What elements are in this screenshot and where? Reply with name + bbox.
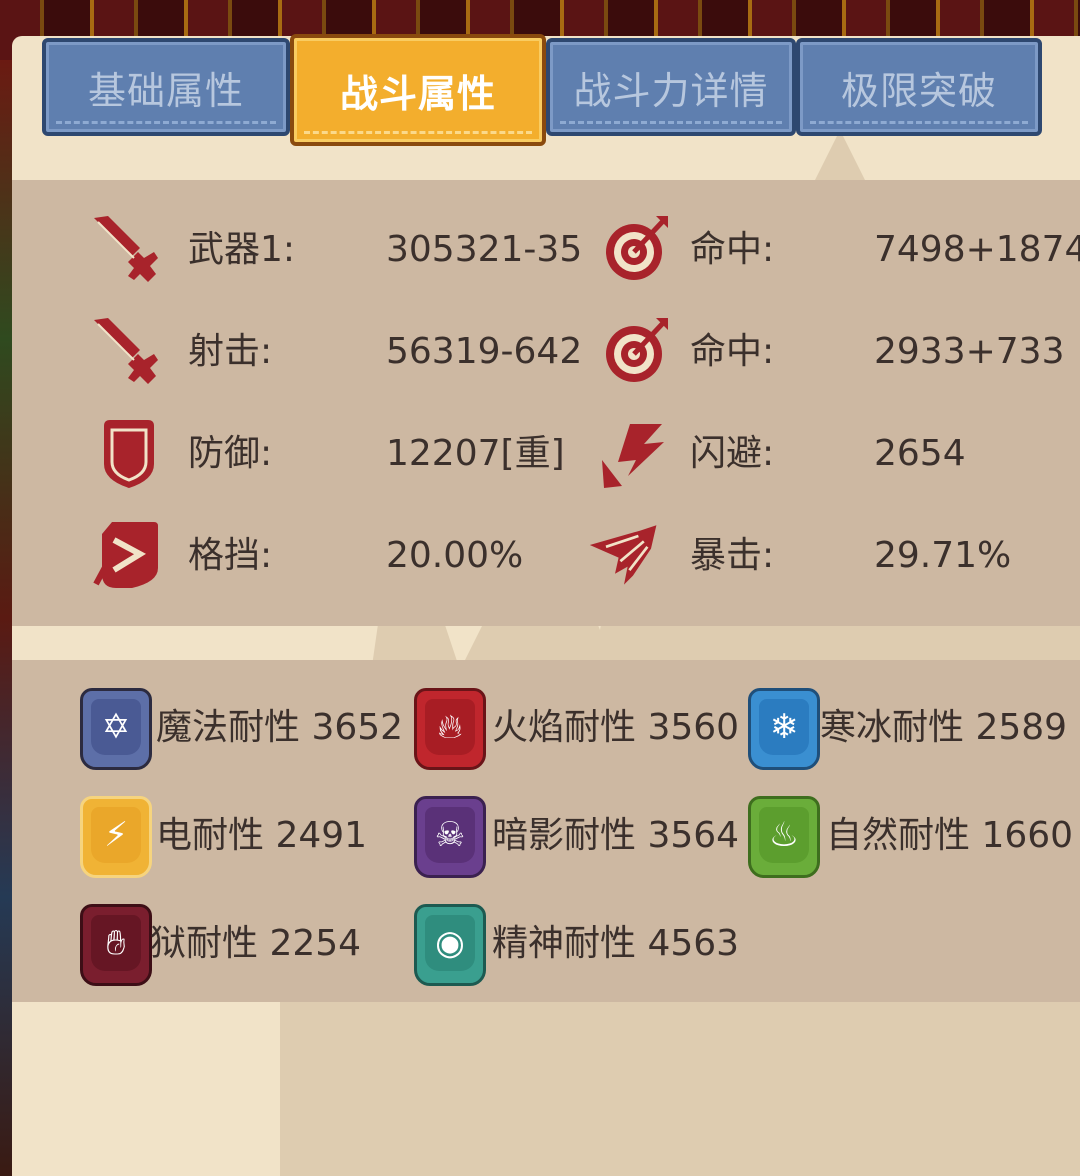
resistance-fire: 火焰耐性 3560 — [492, 707, 740, 748]
leaf-flame-icon: ♨ — [748, 796, 820, 878]
stat-label: 暴击: — [690, 535, 775, 576]
stat-value: 2933+733 — [874, 331, 1065, 372]
resistance-shadow: 暗影耐性 3564 — [492, 815, 740, 856]
resistance-magic: 魔法耐性 3652 — [156, 707, 404, 748]
resistance-badge: ⚡︎ — [80, 796, 152, 878]
resistance-badge: ♨ — [748, 796, 820, 878]
resistance-badge: ☠ — [414, 796, 486, 878]
stat-label: 闪避: — [690, 433, 775, 474]
stat-value: 56319-642 — [386, 331, 583, 372]
resistance-hell: 狱耐性 2254 — [150, 923, 362, 964]
stat-value: 12207[重] — [386, 433, 565, 474]
sword-icon — [94, 318, 158, 384]
lightning-icon: ⚡︎ — [80, 796, 152, 878]
snowflake-icon: ❄ — [748, 688, 820, 770]
stat-label: 命中: — [690, 229, 775, 270]
dodge-arrow-icon — [602, 424, 664, 488]
tab-combat-power-details[interactable]: 战斗力详情 — [546, 38, 796, 136]
resistance-badge: ❄ — [748, 688, 820, 770]
stat-value: 2654 — [874, 433, 966, 474]
crit-claw-icon — [589, 525, 657, 585]
flame-icon: 🔥︎ — [414, 688, 486, 770]
resistance-badge: 🔥︎ — [414, 688, 486, 770]
resistance-badge: ✋︎ — [80, 904, 152, 986]
target-icon — [606, 216, 668, 280]
stat-value: 305321-35 — [386, 229, 583, 270]
tab-basic-attributes[interactable]: 基础属性 — [42, 38, 290, 136]
resistance-ice: 寒冰耐性 2589 — [820, 707, 1068, 748]
resistance-nature: 自然耐性 1660 — [826, 815, 1074, 856]
resistance-badge: ◉ — [414, 904, 486, 986]
stat-label: 武器1: — [188, 229, 296, 270]
resistance-electric: 电耐性 2491 — [156, 815, 368, 856]
target-icon — [606, 318, 668, 382]
resistance-badge: ✡ — [80, 688, 152, 770]
stat-value: 7498+1874 — [874, 229, 1080, 270]
star-of-david-icon: ✡ — [80, 688, 152, 770]
tab-limit-break[interactable]: 极限突破 — [796, 38, 1042, 136]
claw-icon: ✋︎ — [80, 904, 152, 986]
stat-value: 29.71% — [874, 535, 1012, 576]
stat-label: 格挡: — [188, 535, 273, 576]
skull-icon: ☠ — [414, 796, 486, 878]
stat-value: 20.00% — [386, 535, 524, 576]
shield-icon — [104, 420, 154, 488]
eye-icon: ◉ — [414, 904, 486, 986]
stat-label: 命中: — [690, 331, 775, 372]
tab-combat-attributes[interactable]: 战斗属性 — [290, 34, 546, 146]
sword-icon — [94, 216, 158, 282]
resistance-spirit: 精神耐性 4563 — [492, 923, 740, 964]
block-icon — [93, 522, 158, 588]
stat-label: 射击: — [188, 331, 273, 372]
stat-label: 防御: — [188, 433, 273, 474]
